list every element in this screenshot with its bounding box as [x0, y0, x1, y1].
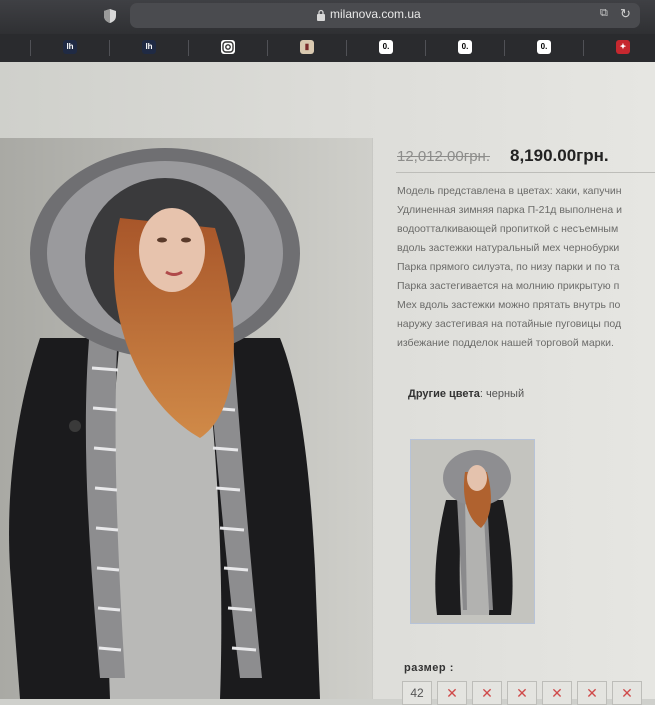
bookmark-lh-icon: lh	[142, 40, 156, 54]
bookmark-item[interactable]: 0.	[504, 40, 583, 56]
product-thumbnail[interactable]	[410, 439, 535, 624]
shield-icon[interactable]	[103, 8, 117, 24]
price-divider	[396, 172, 655, 173]
description-line: Парка прямого силуэта, по низу парки и п…	[397, 261, 620, 273]
bookmark-item[interactable]: lh	[109, 40, 188, 56]
bookmark-lh-icon: lh	[63, 40, 77, 54]
other-colors: Другие цвета: черный	[408, 388, 524, 400]
product-main-photo[interactable]	[0, 138, 372, 699]
description-line: вдоль застежки натуральный мех чернобурк…	[397, 242, 620, 254]
size-option-unavailable: ✕	[612, 681, 642, 705]
bookmarks-bar: lh lh ▮ 0. 0. 0. ✦	[0, 34, 655, 62]
description-line: наружу застегивая на потайные пуговицы п…	[397, 318, 622, 330]
description-line: Удлиненная зимняя парка П-21д выполнена …	[397, 204, 622, 216]
description-line: Модель представлена в цветах: хаки, капу…	[397, 185, 622, 197]
bookmark-gift-icon: ✦	[616, 40, 630, 54]
bookmark-item[interactable]: ✦	[583, 40, 655, 56]
description-line: Мех вдоль застежки можно прятать внутрь …	[397, 299, 621, 311]
product-page: 12,012.00грн. 8,190.00грн. Модель предст…	[0, 62, 655, 705]
bookmark-instagram-icon	[221, 40, 235, 54]
old-price: 12,012.00грн.	[397, 148, 490, 165]
size-option-unavailable: ✕	[542, 681, 572, 705]
bookmark-doc-icon: ▮	[300, 40, 314, 54]
bookmark-item[interactable]: 0.	[346, 40, 425, 56]
address-bar[interactable]: milanova.com.ua ⧉ ↻	[130, 3, 640, 28]
column-divider	[372, 138, 373, 699]
description-line: Парка застегивается на молнию прикрытую …	[397, 280, 620, 292]
bookmark-item[interactable]	[188, 40, 267, 56]
description-line: избежание подделок нашей торговой марки.	[397, 337, 614, 349]
size-label: размер :	[404, 662, 454, 674]
product-description: Модель представлена в цветах: хаки, капу…	[397, 182, 655, 353]
lock-icon	[317, 9, 325, 21]
browser-toolbar: milanova.com.ua ⧉ ↻	[0, 0, 655, 34]
current-price: 8,190.00грн.	[510, 146, 609, 165]
size-option[interactable]: 42	[402, 681, 432, 705]
size-option-unavailable: ✕	[507, 681, 537, 705]
url-text: milanova.com.ua	[330, 7, 421, 21]
bookmark-item[interactable]: lh	[30, 40, 109, 56]
size-option-unavailable: ✕	[577, 681, 607, 705]
size-option-unavailable: ✕	[472, 681, 502, 705]
description-line: водоотталкивающей пропиткой с несъемным	[397, 223, 619, 235]
translate-icon[interactable]: ⧉	[600, 7, 608, 20]
bookmark-item[interactable]: 0.	[425, 40, 504, 56]
bookmark-site-icon: 0.	[458, 40, 472, 54]
model-photo-illustration	[0, 138, 372, 699]
thumbnail-illustration	[411, 440, 534, 623]
other-colors-value[interactable]: : черный	[480, 388, 524, 400]
bookmark-site-icon: 0.	[537, 40, 551, 54]
reload-icon[interactable]: ↻	[620, 6, 631, 22]
other-colors-label: Другие цвета	[408, 388, 480, 400]
size-option-unavailable: ✕	[437, 681, 467, 705]
bookmark-item[interactable]: ▮	[267, 40, 346, 56]
bookmark-site-icon: 0.	[379, 40, 393, 54]
